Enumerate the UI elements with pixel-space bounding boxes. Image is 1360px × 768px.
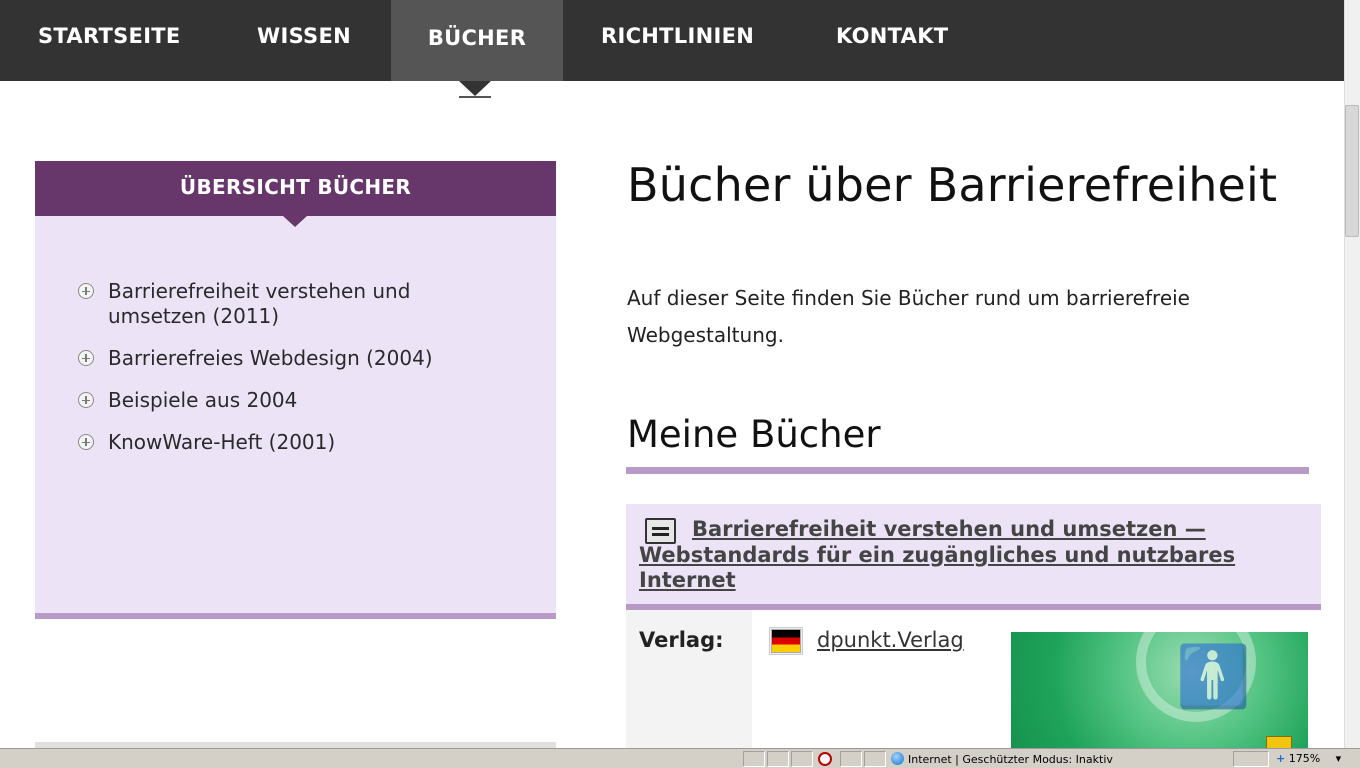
sidebar-item[interactable]: Barrierefreiheit verstehen und umsetzen … xyxy=(78,279,498,329)
sidebar-title-arrow xyxy=(283,216,307,227)
nav-active-indicator-line xyxy=(459,96,491,98)
publisher-link[interactable]: dpunkt.Verlag xyxy=(817,628,964,652)
intro-text: Auf dieser Seite finden Sie Bücher rund … xyxy=(627,286,1190,347)
privacy-icon[interactable] xyxy=(818,752,832,766)
sidebar-list: Barrierefreiheit verstehen und umsetzen … xyxy=(78,279,498,472)
security-zone-text: Internet | Geschützter Modus: Inaktiv xyxy=(908,753,1113,766)
plus-circle-icon xyxy=(78,283,94,299)
status-cell xyxy=(840,751,862,767)
zoom-icon: + xyxy=(1276,752,1286,765)
sidebar-item-link[interactable]: KnowWare-Heft (2001) xyxy=(108,430,335,454)
section-divider xyxy=(626,467,1309,474)
nav-item-kontakt[interactable]: KONTAKT xyxy=(836,0,948,81)
book-header: Barrierefreiheit verstehen und umsetzen … xyxy=(626,504,1321,610)
zoom-value: 175% xyxy=(1288,752,1321,765)
plus-circle-icon xyxy=(78,392,94,408)
plus-circle-icon xyxy=(78,434,94,450)
sidebar-item[interactable]: Barrierefreies Webdesign (2004) xyxy=(78,346,498,371)
sidebar-books-overview: ÜBERSICHT BÜCHER Barrierefreiheit verste… xyxy=(35,161,556,619)
accessibility-person-icon: 🚹 xyxy=(1176,642,1251,712)
globe-icon xyxy=(891,752,904,765)
browser-status-bar: Internet | Geschützter Modus: Inaktiv + … xyxy=(0,748,1360,768)
sidebar-item[interactable]: KnowWare-Heft (2001) xyxy=(78,430,498,455)
nav-item-startseite[interactable]: STARTSEITE xyxy=(38,0,181,81)
status-cell xyxy=(743,751,765,767)
zoom-level[interactable]: + 175% ▾ xyxy=(1276,752,1341,766)
security-zone[interactable]: Internet | Geschützter Modus: Inaktiv xyxy=(891,752,1113,767)
book-cover-image: 🚹 xyxy=(1011,632,1308,750)
sidebar-item-link[interactable]: Beispiele aus 2004 xyxy=(108,388,297,412)
nav-item-buecher[interactable]: BÜCHER xyxy=(391,0,563,81)
nav-item-richtlinien[interactable]: RICHTLINIEN xyxy=(601,0,754,81)
publisher-label: Verlag: xyxy=(639,628,724,652)
section-title: Meine Bücher xyxy=(627,413,881,456)
status-cell[interactable] xyxy=(1233,751,1269,767)
sidebar-item[interactable]: Beispiele aus 2004 xyxy=(78,388,498,413)
sidebar-title: ÜBERSICHT BÜCHER xyxy=(35,161,556,216)
status-cell xyxy=(767,751,789,767)
scrollbar-thumb[interactable] xyxy=(1345,105,1359,237)
main-navigation: STARTSEITE WISSEN BÜCHER RICHTLINIEN KON… xyxy=(0,0,1344,81)
german-flag-icon xyxy=(771,629,801,653)
status-cell xyxy=(864,751,886,767)
sidebar-item-link[interactable]: Barrierefreies Webdesign (2004) xyxy=(108,346,433,370)
chevron-down-icon: ▾ xyxy=(1335,752,1342,765)
nav-item-wissen[interactable]: WISSEN xyxy=(257,0,351,81)
plus-circle-icon xyxy=(78,350,94,366)
book-title-link[interactable]: Barrierefreiheit verstehen und umsetzen … xyxy=(639,517,1279,594)
nav-active-indicator xyxy=(459,81,491,96)
page-title: Bücher über Barrierefreiheit xyxy=(627,158,1278,212)
sidebar-item-link[interactable]: Barrierefreiheit verstehen und umsetzen … xyxy=(108,279,410,328)
status-cell xyxy=(791,751,813,767)
